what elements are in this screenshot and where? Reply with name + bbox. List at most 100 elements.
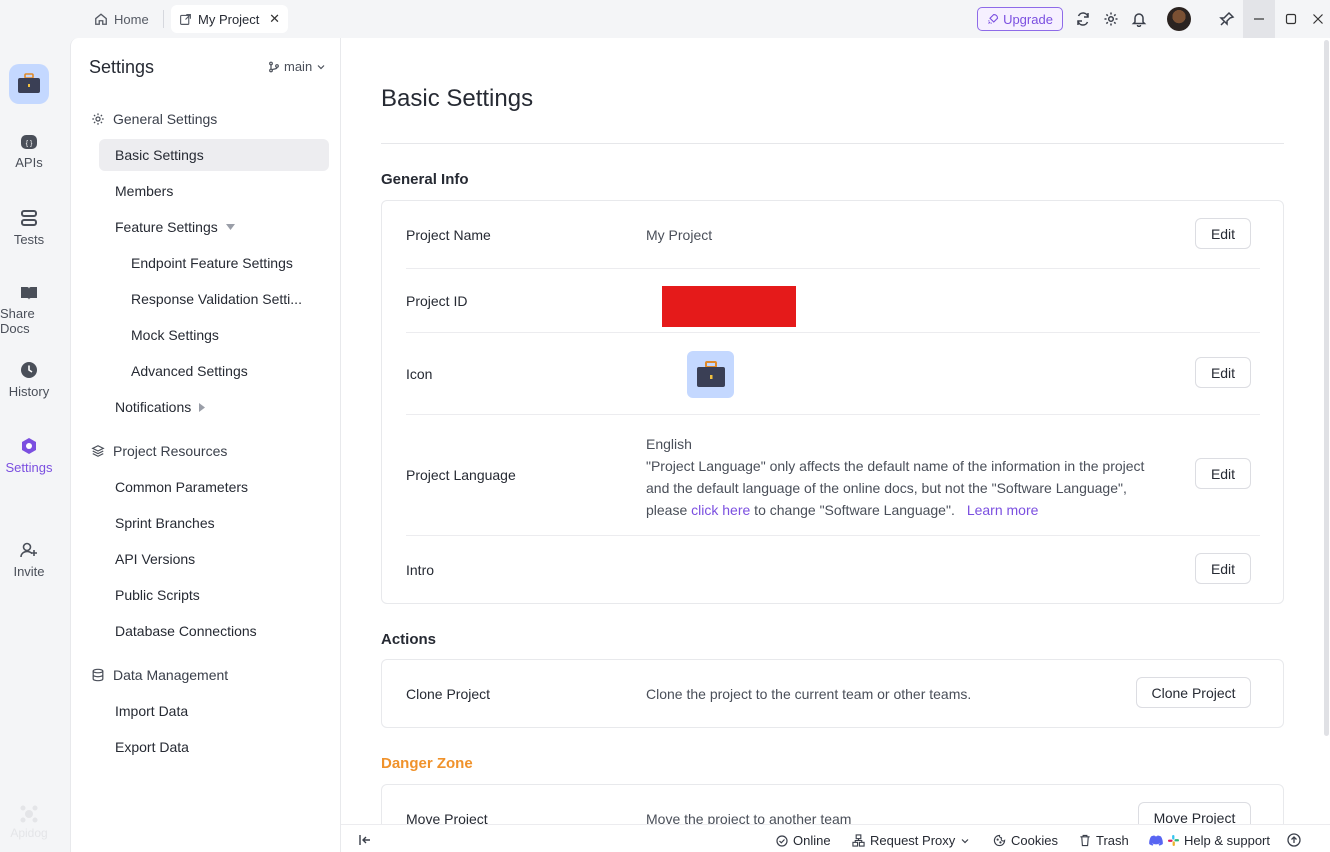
button-label: Edit: [1210, 465, 1236, 482]
project-name-value: My Project: [646, 227, 713, 243]
avatar[interactable]: [1167, 7, 1191, 31]
general-info-heading: General Info: [381, 171, 469, 188]
settings-sidebar: Settings main General Settings Basic Set…: [70, 38, 341, 852]
rail-share-docs-label: Share Docs: [0, 306, 35, 336]
language-note-text: to change "Software Language".: [750, 502, 955, 518]
edit-doc-icon: [179, 13, 192, 26]
help-support-button[interactable]: Help & support: [1149, 833, 1270, 848]
help-support-label: Help & support: [1184, 833, 1270, 848]
danger-zone-heading: Danger Zone: [381, 755, 473, 772]
pin-icon[interactable]: [1217, 9, 1237, 29]
rail-share-docs[interactable]: Share Docs: [0, 285, 58, 336]
request-proxy-label: Request Proxy: [870, 833, 956, 848]
request-proxy-menu[interactable]: Request Proxy: [852, 833, 970, 848]
gear-icon[interactable]: [1101, 9, 1121, 29]
button-label: Move Project: [1153, 809, 1236, 825]
danger-zone-card: Move Project Move the project to another…: [381, 784, 1284, 824]
close-icon[interactable]: ✕: [269, 11, 280, 27]
sidebar-title: Settings: [89, 57, 155, 77]
scroll-top-icon[interactable]: [1287, 833, 1301, 847]
database-icon: [91, 668, 105, 682]
add-user-icon: [20, 541, 38, 559]
check-circle-icon: [776, 834, 788, 847]
sidebar-item-advanced-settings[interactable]: Advanced Settings: [131, 363, 248, 379]
rail-invite[interactable]: Invite: [0, 541, 58, 579]
actions-heading: Actions: [381, 631, 437, 648]
sidebar-item-response-validation-settings[interactable]: Response Validation Setti...: [131, 291, 302, 307]
click-here-link[interactable]: click here: [691, 502, 750, 518]
minimize-button[interactable]: [1243, 0, 1275, 38]
gear-icon: [20, 437, 38, 455]
actions-card: Clone Project Clone the project to the c…: [381, 659, 1284, 728]
trash-button[interactable]: Trash: [1079, 833, 1129, 848]
briefcase-icon: [695, 360, 727, 389]
row-divider: [406, 332, 1260, 333]
title-bar: Home My Project ✕ Upgrade: [0, 0, 1330, 38]
sidebar-item-import-data[interactable]: Import Data: [115, 703, 188, 719]
sidebar-item-api-versions[interactable]: API Versions: [115, 551, 195, 567]
cookies-label: Cookies: [1011, 833, 1058, 848]
group-label: General Settings: [113, 111, 218, 127]
row-divider: [406, 535, 1260, 536]
button-label: Edit: [1210, 225, 1236, 242]
rail-history-label: History: [8, 384, 50, 399]
bell-icon[interactable]: [1129, 9, 1149, 29]
sidebar-item-members[interactable]: Members: [115, 183, 173, 199]
group-data-management[interactable]: Data Management: [91, 667, 228, 683]
project-id-label: Project ID: [406, 293, 468, 309]
edit-project-name-button[interactable]: Edit: [1195, 218, 1251, 249]
cookies-button[interactable]: Cookies: [993, 833, 1058, 848]
button-label: Edit: [1210, 560, 1236, 577]
rail-apis[interactable]: { } APIs: [0, 134, 58, 170]
project-icon-preview: [687, 351, 734, 398]
edit-intro-button[interactable]: Edit: [1195, 553, 1251, 584]
rail-settings[interactable]: Settings: [0, 437, 58, 475]
scrollbar-thumb[interactable]: [1324, 40, 1329, 736]
sync-icon[interactable]: [1073, 9, 1093, 29]
sidebar-item-sprint-branches[interactable]: Sprint Branches: [115, 515, 215, 531]
cookie-icon: [993, 834, 1006, 847]
scrollbar[interactable]: [1322, 38, 1330, 738]
upgrade-label: Upgrade: [1003, 11, 1053, 27]
left-rail: { } APIs Tests Share Docs History Settin…: [0, 38, 70, 852]
group-general-settings[interactable]: General Settings: [91, 111, 217, 127]
sidebar-item-basic-settings[interactable]: Basic Settings: [115, 147, 204, 163]
tab-my-project[interactable]: My Project ✕: [171, 5, 288, 33]
move-project-label: Move Project: [406, 811, 488, 824]
move-project-button[interactable]: Move Project: [1138, 802, 1251, 824]
clone-project-button[interactable]: Clone Project: [1136, 677, 1251, 708]
sidebar-item-label: API Versions: [115, 551, 196, 567]
branch-selector[interactable]: main: [268, 59, 326, 74]
sidebar-item-database-connections[interactable]: Database Connections: [115, 623, 257, 639]
online-status[interactable]: Online: [776, 833, 831, 848]
project-logo[interactable]: [9, 64, 49, 104]
collapse-sidebar-icon[interactable]: [358, 833, 372, 847]
sidebar-item-label: Sprint Branches: [115, 515, 215, 531]
rail-history[interactable]: History: [0, 361, 58, 399]
project-name-label: Project Name: [406, 227, 491, 243]
online-label: Online: [793, 833, 831, 848]
brand-watermark: Apidog: [6, 804, 52, 840]
tab-home[interactable]: Home: [86, 6, 157, 32]
sidebar-item-common-parameters[interactable]: Common Parameters: [115, 479, 248, 495]
sidebar-item-mock-settings[interactable]: Mock Settings: [131, 327, 219, 343]
sidebar-item-feature-settings[interactable]: Feature Settings: [115, 219, 235, 235]
sidebar-item-public-scripts[interactable]: Public Scripts: [115, 587, 200, 603]
clone-project-description: Clone the project to the current team or…: [646, 686, 972, 702]
edit-language-button[interactable]: Edit: [1195, 458, 1251, 489]
edit-icon-button[interactable]: Edit: [1195, 357, 1251, 388]
rail-tests[interactable]: Tests: [0, 209, 58, 247]
window-close-button[interactable]: [1302, 0, 1330, 38]
rail-invite-label: Invite: [13, 564, 45, 579]
sidebar-item-label: Advanced Settings: [131, 363, 248, 379]
upgrade-button[interactable]: Upgrade: [977, 7, 1063, 31]
project-language-value: English: [646, 436, 692, 452]
learn-more-link[interactable]: Learn more: [967, 502, 1039, 518]
sidebar-item-export-data[interactable]: Export Data: [115, 739, 189, 755]
sidebar-item-endpoint-feature-settings[interactable]: Endpoint Feature Settings: [131, 255, 293, 271]
svg-text:{ }: { }: [26, 141, 33, 148]
rocket-icon: [987, 13, 999, 25]
sidebar-item-notifications[interactable]: Notifications: [115, 399, 206, 415]
group-project-resources[interactable]: Project Resources: [91, 443, 227, 459]
apis-icon: { }: [20, 134, 38, 150]
